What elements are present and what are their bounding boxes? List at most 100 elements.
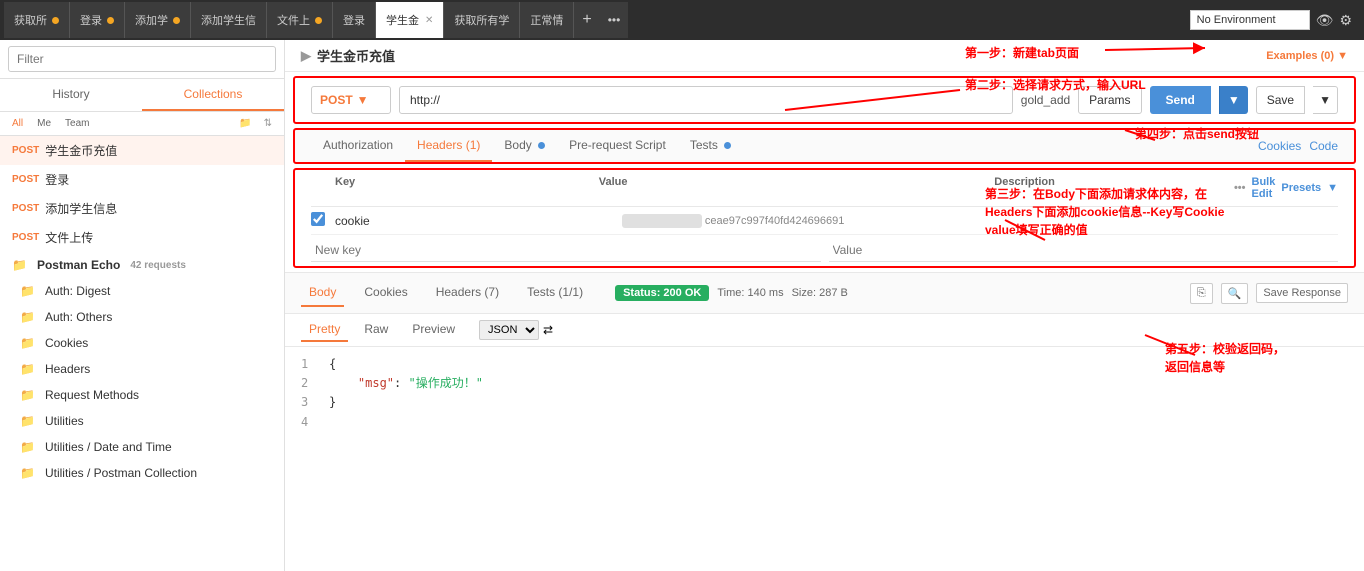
header-checkbox[interactable] [311,212,325,226]
save-dropdown-button[interactable]: ▼ [1313,86,1338,114]
me-filter[interactable]: Me [33,116,55,131]
save-button[interactable]: Save [1256,86,1305,114]
pretty-tab[interactable]: Pretty [301,318,348,342]
tab-tests[interactable]: Tests [678,130,743,162]
tab-登录[interactable]: 登录 [70,2,125,38]
code-line: 1 { [301,355,1348,374]
tab-more-button[interactable]: ••• [600,2,629,38]
response-area: Body Cookies Headers (7) Tests (1/1) Sta… [285,272,1364,571]
folder-icon: 📁 [20,310,35,324]
tab-登录2[interactable]: 登录 [333,2,376,38]
url-suffix: gold_add [1021,93,1070,107]
folder-icon: 📁 [20,362,35,376]
settings-icon[interactable]: ⚙ [1339,12,1352,29]
request-tabs: Authorization Headers (1) Body Pre-reque… [293,128,1356,164]
tab-dot [52,17,59,24]
filter-input[interactable] [8,46,276,72]
tab-dot [107,17,114,24]
collapse-arrow-icon[interactable]: ▶ [301,48,311,64]
collection-item-utilities-date[interactable]: 📁 Utilities / Date and Time [0,434,284,460]
req-tab-right: Cookies Code [1258,139,1338,153]
collection-item-headers[interactable]: 📁 Headers [0,356,284,382]
send-dropdown-button[interactable]: ▼ [1219,86,1248,114]
tab-添加学生信[interactable]: 添加学生信 [191,2,267,38]
presets-arrow[interactable]: ▼ [1327,182,1338,194]
tab-close-icon[interactable]: ✕ [425,15,433,26]
collection-item-学生金币充值[interactable]: POST 学生金币充值 [0,136,284,165]
search-response-button[interactable]: 🔍 [1221,283,1249,304]
res-tab-tests[interactable]: Tests (1/1) [519,279,591,307]
url-input[interactable] [399,86,1013,114]
tab-dot [315,17,322,24]
response-time: Time: 140 ms [717,287,783,299]
tab-学生金[interactable]: 学生金 ✕ [376,2,444,38]
chevron-icon: ▼ [357,93,369,107]
sort-icon[interactable]: ⇅ [260,116,276,131]
tab-获取所有学[interactable]: 获取所有学 [444,2,520,38]
collection-folder-postman-echo[interactable]: 📁 Postman Echo 42 requests [0,252,284,278]
folder-icon: 📁 [20,440,35,454]
sidebar: History Collections All Me Team 📁 ⇅ POST… [0,40,285,571]
collection-item-添加学生信息[interactable]: POST 添加学生信息 [0,194,284,223]
tab-headers[interactable]: Headers (1) [405,130,492,162]
tab-dot [173,17,180,24]
status-badge: Status: 200 OK [615,285,709,301]
tab-添加学[interactable]: 添加学 [125,2,191,38]
response-actions: ⎘ 🔍 Save Response [1190,283,1348,304]
tab-正常情[interactable]: 正常情 [520,2,574,38]
collection-item-auth-digest[interactable]: 📁 Auth: Digest [0,278,284,304]
more-icon[interactable]: ••• [1234,182,1246,194]
res-tab-cookies[interactable]: Cookies [356,279,415,307]
bulk-edit-link[interactable]: Bulk Edit [1252,176,1276,200]
folder-icon: 📁 [20,466,35,480]
collection-item-auth-others[interactable]: 📁 Auth: Others [0,304,284,330]
collections-tab[interactable]: Collections [142,79,284,111]
new-key-input[interactable] [311,239,821,262]
params-button[interactable]: Params [1078,86,1141,114]
all-filter[interactable]: All [8,116,27,131]
tab-body[interactable]: Body [492,130,557,162]
res-tab-headers[interactable]: Headers (7) [428,279,507,307]
format-selector: JSON ⇄ [479,320,553,340]
tab-pre-request[interactable]: Pre-request Script [557,130,678,162]
folder-icon: 📁 [12,258,27,272]
res-tab-body[interactable]: Body [301,279,344,307]
format-icon[interactable]: ⇄ [543,323,553,337]
code-line: 4 [301,413,1348,432]
collections-list: POST 学生金币充值 POST 登录 POST 添加学生信息 POST 文件上… [0,136,284,571]
header-row: cookie ceae97c997f40fd424696691 [311,207,1338,235]
env-selector[interactable]: No Environment [1190,10,1310,30]
collection-item-登录[interactable]: POST 登录 [0,165,284,194]
team-filter[interactable]: Team [61,116,93,131]
folder-icon: 📁 [20,284,35,298]
save-response-button[interactable]: Save Response [1256,283,1348,303]
format-select[interactable]: JSON [479,320,539,340]
tab-获取所[interactable]: 获取所 [4,2,70,38]
tab-add-button[interactable]: + [574,2,599,38]
eye-icon[interactable]: 👁 [1316,12,1334,29]
new-value-input[interactable] [829,239,1339,262]
method-select[interactable]: POST ▼ [311,86,391,114]
send-button[interactable]: Send [1150,86,1211,114]
tab-authorization[interactable]: Authorization [311,130,405,162]
cookies-link[interactable]: Cookies [1258,139,1301,153]
collection-item-utilities[interactable]: 📁 Utilities [0,408,284,434]
main-content: ▶ 学生金币充值 Examples (0) ▼ POST ▼ gold_add … [285,40,1364,571]
code-link[interactable]: Code [1309,139,1338,153]
collection-item-cookies[interactable]: 📁 Cookies [0,330,284,356]
presets-link[interactable]: Presets [1281,182,1321,194]
copy-response-button[interactable]: ⎘ [1190,283,1213,304]
new-collection-icon[interactable]: 📁 [235,116,255,131]
collection-item-文件上传[interactable]: POST 文件上传 [0,223,284,252]
collection-item-utilities-postman[interactable]: 📁 Utilities / Postman Collection [0,460,284,486]
folder-icon: 📁 [20,414,35,428]
headers-table: Key Value Description ••• Bulk Edit Pres… [293,168,1356,268]
history-tab[interactable]: History [0,79,142,111]
examples-link[interactable]: Examples (0) ▼ [1266,50,1348,62]
folder-icon: 📁 [20,388,35,402]
preview-tab[interactable]: Preview [404,318,463,342]
collection-item-request-methods[interactable]: 📁 Request Methods [0,382,284,408]
tests-dot [724,142,731,149]
raw-tab[interactable]: Raw [356,318,396,342]
tab-文件上[interactable]: 文件上 [267,2,333,38]
